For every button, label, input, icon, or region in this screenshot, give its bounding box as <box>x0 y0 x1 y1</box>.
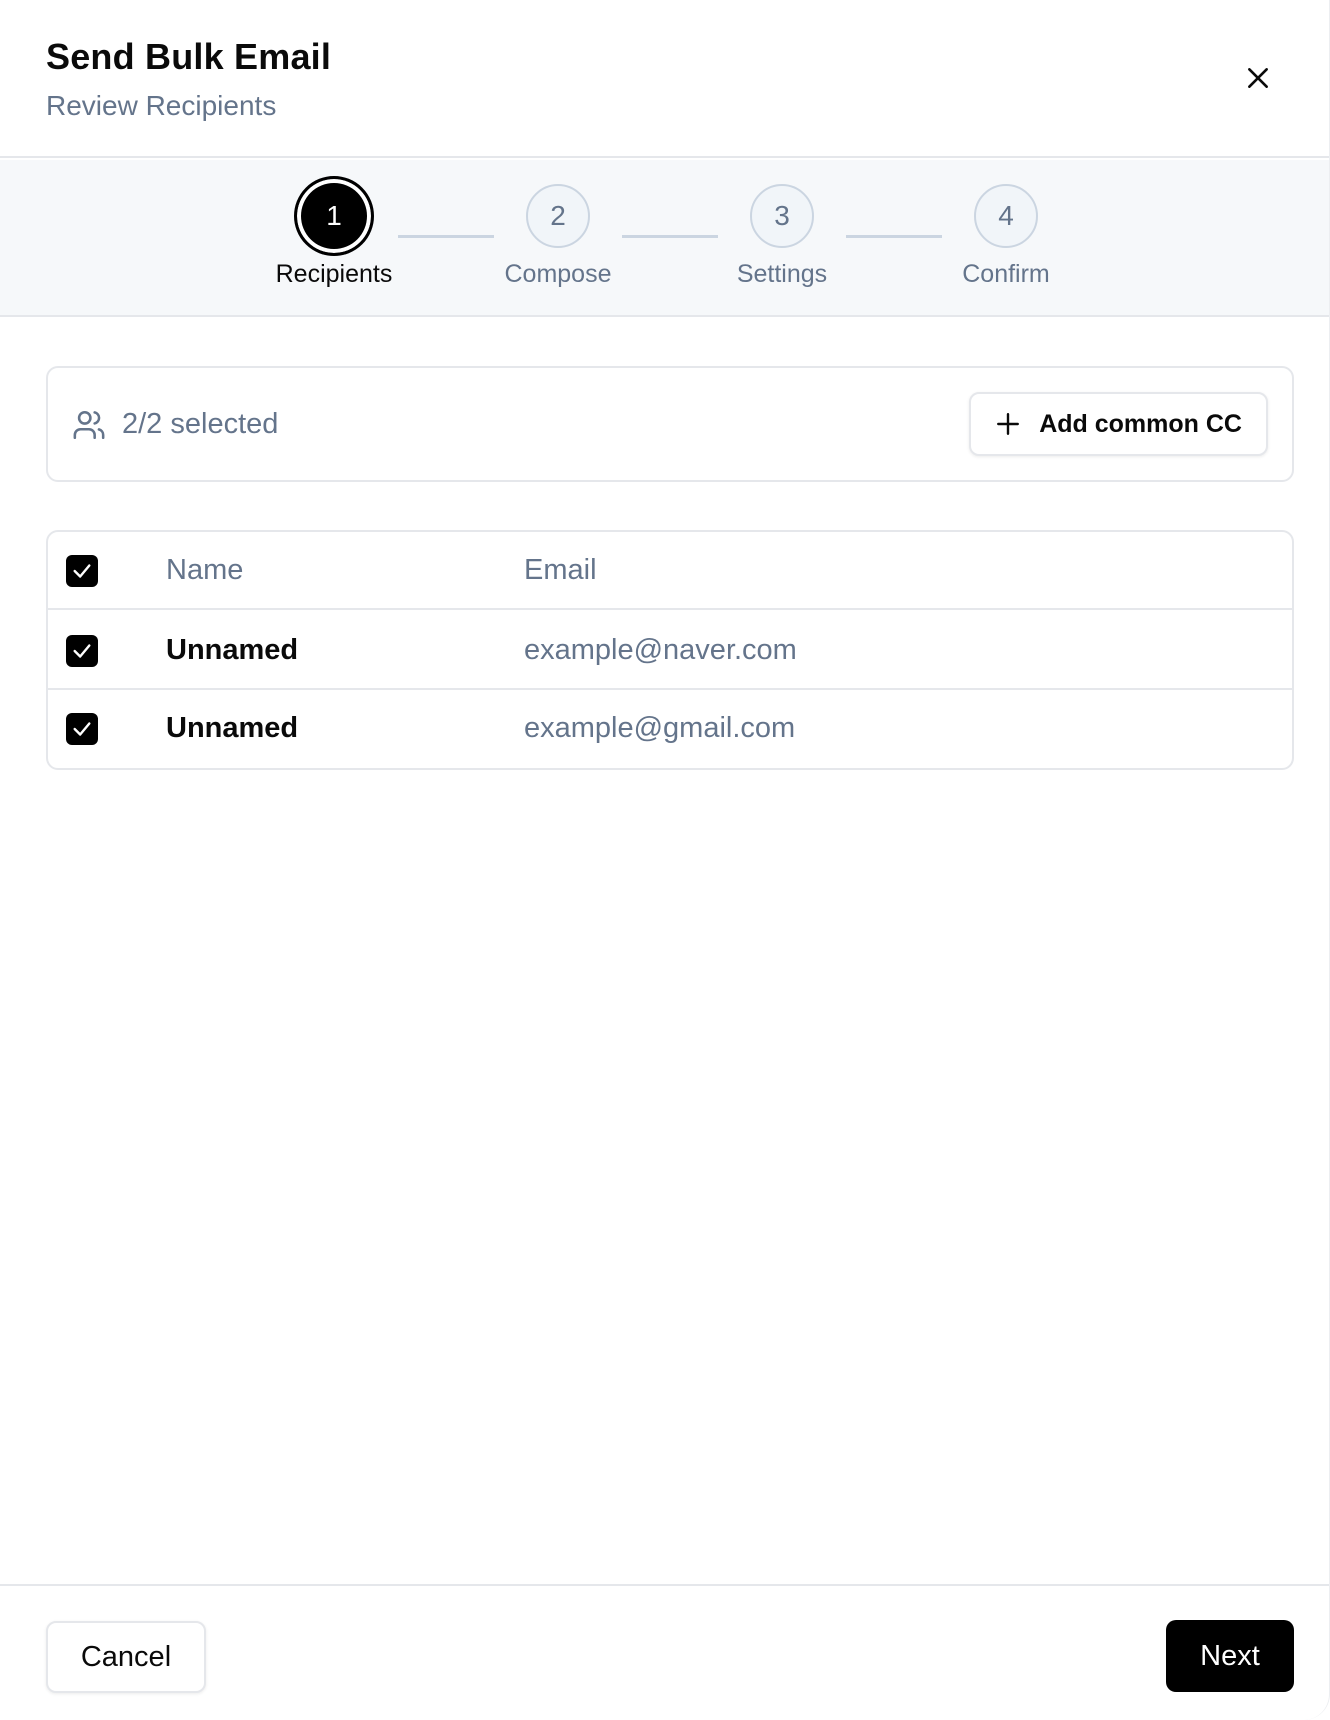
step-label: Settings <box>736 260 828 288</box>
dialog-footer: Cancel Next <box>0 1584 1329 1720</box>
selected-count: 2/2 selected <box>122 408 279 440</box>
next-button[interactable]: Next <box>1166 1620 1294 1692</box>
close-icon <box>1248 68 1268 88</box>
recipient-name: Unnamed <box>166 634 299 666</box>
check-icon <box>73 722 91 736</box>
table-row: Unnamed example@naver.com <box>48 612 1292 690</box>
recipient-email: example@gmail.com <box>524 712 796 744</box>
stepper: 1 Recipients 2 Compose 3 Settings 4 Conf… <box>0 160 1329 317</box>
dialog-subtitle: Review Recipients <box>46 90 277 121</box>
step-confirm: 4 Confirm <box>936 184 1076 289</box>
select-all-checkbox[interactable] <box>66 555 98 587</box>
recipient-email: example@naver.com <box>524 634 797 666</box>
recipients-table: Name Email Unnamed example@naver.com Unn… <box>46 530 1294 770</box>
step-number: 4 <box>974 184 1038 248</box>
bulk-email-dialog: Send Bulk Email Review Recipients 1 Reci… <box>0 0 1330 1720</box>
step-label: Confirm <box>962 260 1050 288</box>
step-connector <box>622 235 718 238</box>
step-compose: 2 Compose <box>488 184 628 289</box>
step-number: 1 <box>294 176 374 256</box>
table-row: Unnamed example@gmail.com <box>48 690 1292 768</box>
column-header-name: Name <box>166 554 244 586</box>
column-header-email: Email <box>524 554 597 586</box>
selection-summary: 2/2 selected Add common CC <box>46 366 1294 482</box>
step-settings: 3 Settings <box>712 184 852 289</box>
step-label: Compose <box>504 260 612 288</box>
cancel-button[interactable]: Cancel <box>46 1621 206 1693</box>
step-connector <box>398 235 494 238</box>
check-icon <box>73 564 91 578</box>
step-number: 3 <box>750 184 814 248</box>
add-common-cc-label: Add common CC <box>1039 409 1242 438</box>
dialog-title: Send Bulk Email <box>46 36 332 77</box>
step-connector <box>846 235 942 238</box>
users-icon <box>73 410 105 440</box>
check-icon <box>73 644 91 658</box>
add-common-cc-button[interactable]: Add common CC <box>969 392 1268 456</box>
plus-icon <box>997 413 1020 435</box>
row-checkbox[interactable] <box>66 635 98 667</box>
close-button[interactable] <box>1236 56 1280 100</box>
step-recipients: 1 Recipients <box>264 176 404 289</box>
step-number: 2 <box>526 184 590 248</box>
row-checkbox[interactable] <box>66 713 98 745</box>
step-label: Recipients <box>275 260 393 288</box>
table-header-row: Name Email <box>48 532 1292 610</box>
recipient-name: Unnamed <box>166 712 299 744</box>
dialog-header: Send Bulk Email Review Recipients <box>0 0 1329 158</box>
